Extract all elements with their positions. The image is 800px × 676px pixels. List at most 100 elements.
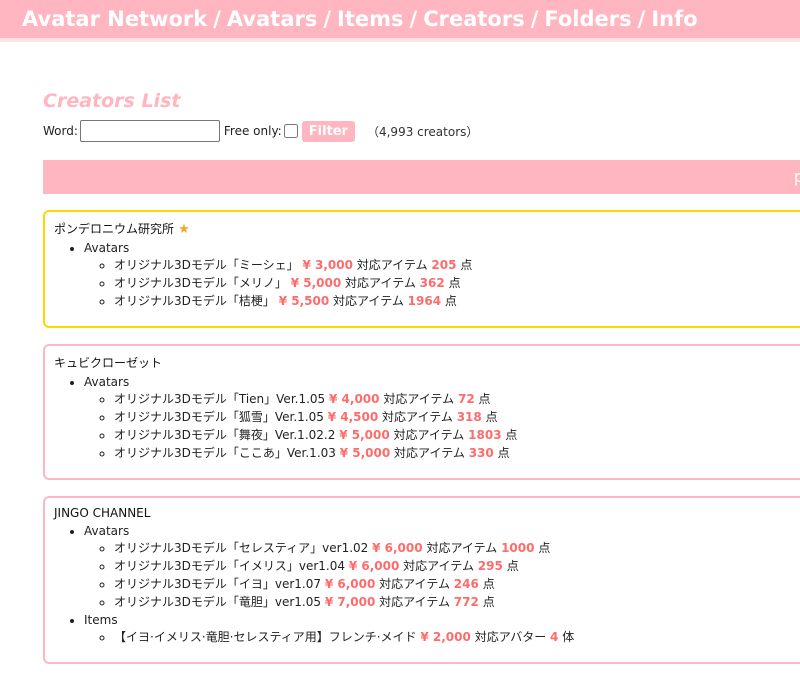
compat-unit: 点 (538, 541, 551, 555)
creator-name-link[interactable]: キュビクローゼット (54, 356, 162, 370)
nav-separator: / (213, 7, 221, 31)
nav-link-info[interactable]: Info (651, 7, 697, 31)
nav-link-creators[interactable]: Creators (423, 7, 525, 31)
compat-count: 318 (456, 410, 482, 424)
product-name-link[interactable]: 【イヨ·イメリス·竜胆·セレスティア用】フレンチ·メイド (114, 630, 417, 644)
creator-card: ポンデロニウム研究所 ★ Avatars オリジナル3Dモデル「ミーシェ」 ¥ 3,… (43, 210, 800, 328)
compat-unit: 点 (482, 595, 495, 609)
compat-label: 対応アイテム (356, 258, 428, 272)
section-item: Avatars オリジナル3Dモデル「セレスティア」ver1.02 ¥ 6,000… (84, 524, 800, 610)
product-item: オリジナル3Dモデル「ここあ」Ver.1.03 ¥ 5,000 対応アイテム 3… (114, 446, 800, 461)
product-item: オリジナル3Dモデル「メリノ」 ¥ 5,000 対応アイテム 362 点 (114, 276, 800, 291)
product-list: オリジナル3Dモデル「Tien」Ver.1.05 ¥ 4,000 対応アイテム … (84, 392, 800, 461)
product-name-link[interactable]: オリジナル3Dモデル「舞夜」Ver.1.02.2 (114, 428, 335, 442)
product-name-link[interactable]: オリジナル3Dモデル「竜胆」ver1.05 (114, 595, 321, 609)
compat-count: 72 (457, 392, 475, 406)
word-label: Word: (43, 124, 78, 138)
compat-count: 362 (419, 276, 445, 290)
compat-unit: 点 (448, 276, 461, 290)
compat-label: 対応アイテム (403, 559, 474, 573)
page-title: Creators List (43, 90, 181, 112)
filter-button[interactable]: Filter (301, 120, 355, 142)
compat-count: 1803 (468, 428, 502, 442)
top-navigation: Avatar Network / Avatars / Items / Creat… (0, 0, 800, 42)
creator-card: キュビクローゼット Avatars オリジナル3Dモデル「Tien」Ver.1.05… (43, 344, 800, 480)
price-value: ¥ 5,000 (339, 446, 391, 460)
price-value: ¥ 4,500 (327, 410, 379, 424)
star-icon: ★ (174, 222, 190, 237)
product-item: オリジナル3Dモデル「狐雪」Ver.1.05 ¥ 4,500 対応アイテム 31… (114, 410, 800, 425)
nav-link-avatars[interactable]: Avatars (227, 7, 317, 31)
compat-unit: 点 (506, 559, 519, 573)
price-value: ¥ 2,000 (420, 630, 471, 644)
compat-count: 772 (453, 595, 479, 609)
filter-form: Word: Free only: Filter （4,993 creators） (43, 120, 800, 142)
compat-unit: 点 (460, 258, 473, 272)
compat-unit: 点 (482, 577, 495, 591)
section-list: Avatars オリジナル3Dモデル「セレスティア」ver1.02 ¥ 6,000… (54, 524, 800, 645)
product-name-link[interactable]: オリジナル3Dモデル「ミーシェ」 (114, 258, 299, 272)
price-value: ¥ 3,000 (302, 258, 353, 272)
product-list: オリジナル3Dモデル「ミーシェ」 ¥ 3,000 対応アイテム 205 点オリジ… (84, 258, 800, 309)
product-item: オリジナル3Dモデル「セレスティア」ver1.02 ¥ 6,000 対応アイテム… (114, 541, 800, 556)
free-only-checkbox[interactable] (283, 124, 298, 138)
compat-count: 4 (550, 630, 559, 644)
creator-name-link[interactable]: ポンデロニウム研究所 (54, 222, 174, 236)
nav-link-items[interactable]: Items (337, 7, 403, 31)
product-list: 【イヨ·イメリス·竜胆·セレスティア用】フレンチ·メイド ¥ 2,000 対応ア… (84, 630, 800, 645)
creator-name-row: JINGO CHANNEL (54, 506, 800, 520)
free-only-label: Free only: (223, 124, 282, 138)
product-name-link[interactable]: オリジナル3Dモデル「ここあ」Ver.1.03 (114, 446, 336, 460)
product-item: オリジナル3Dモデル「桔梗」 ¥ 5,500 対応アイテム 1964 点 (114, 294, 800, 309)
product-name-link[interactable]: オリジナル3Dモデル「イヨ」ver1.07 (114, 577, 321, 591)
price-value: ¥ 6,000 (372, 541, 423, 555)
creator-name-link[interactable]: JINGO CHANNEL (54, 506, 150, 520)
product-name-link[interactable]: オリジナル3Dモデル「狐雪」Ver.1.05 (114, 410, 324, 424)
product-item: オリジナル3Dモデル「Tien」Ver.1.05 ¥ 4,000 対応アイテム … (114, 392, 800, 407)
compat-label: 対応アイテム (382, 410, 453, 424)
product-name-link[interactable]: オリジナル3Dモデル「イメリス」ver1.04 (114, 559, 345, 573)
creator-card: JINGO CHANNEL Avatars オリジナル3Dモデル「セレスティア」ve… (43, 496, 800, 664)
creator-list: ポンデロニウム研究所 ★ Avatars オリジナル3Dモデル「ミーシェ」 ¥ 3,… (0, 210, 800, 664)
nav-separator: / (530, 7, 539, 31)
price-value: ¥ 7,000 (324, 595, 376, 609)
product-item: 【イヨ·イメリス·竜胆·セレスティア用】フレンチ·メイド ¥ 2,000 対応ア… (114, 630, 800, 645)
compat-count: 246 (453, 577, 479, 591)
compat-label: 対応アイテム (383, 392, 455, 406)
product-name-link[interactable]: オリジナル3Dモデル「桔梗」 (114, 294, 275, 308)
section-item: Items 【イヨ·イメリス·竜胆·セレスティア用】フレンチ·メイド ¥ 2,00… (84, 613, 800, 645)
nav-link-folders[interactable]: Folders (544, 7, 631, 31)
product-name-link[interactable]: オリジナル3Dモデル「メリノ」 (114, 276, 287, 290)
compat-count: 1000 (501, 541, 535, 555)
compat-count: 1964 (407, 294, 442, 308)
compat-unit: 点 (444, 294, 457, 308)
product-item: オリジナル3Dモデル「イメリス」ver1.04 ¥ 6,000 対応アイテム 2… (114, 559, 800, 574)
nav-link-avatar-network[interactable]: Avatar Network (22, 7, 207, 31)
product-list: オリジナル3Dモデル「セレスティア」ver1.02 ¥ 6,000 対応アイテム… (84, 541, 800, 610)
product-name-link[interactable]: オリジナル3Dモデル「セレスティア」ver1.02 (114, 541, 368, 555)
compat-label: 対応アイテム (379, 595, 450, 609)
compat-unit: 点 (478, 392, 491, 406)
product-item: オリジナル3Dモデル「竜胆」ver1.05 ¥ 7,000 対応アイテム 772… (114, 595, 800, 610)
price-value: ¥ 5,500 (278, 294, 330, 308)
product-item: オリジナル3Dモデル「舞夜」Ver.1.02.2 ¥ 5,000 対応アイテム … (114, 428, 800, 443)
creator-count: （4,993 creators） (366, 124, 479, 139)
pagination-link[interactable]: p (794, 167, 800, 186)
product-item: オリジナル3Dモデル「イヨ」ver1.07 ¥ 6,000 対応アイテム 246… (114, 577, 800, 592)
section-list: Avatars オリジナル3Dモデル「Tien」Ver.1.05 ¥ 4,000 … (54, 375, 800, 461)
compat-count: 205 (431, 258, 457, 272)
price-value: ¥ 6,000 (324, 577, 376, 591)
nav-separator: / (323, 7, 332, 31)
compat-label: 対応アバター (474, 630, 547, 644)
pagination-bar: p (43, 160, 800, 194)
price-value: ¥ 5,000 (339, 428, 390, 442)
section-list: Avatars オリジナル3Dモデル「ミーシェ」 ¥ 3,000 対応アイテム 2… (54, 241, 800, 309)
compat-unit: 点 (505, 428, 518, 442)
nav-separator: / (409, 7, 418, 31)
creator-name-row: キュビクローゼット (54, 354, 800, 371)
product-name-link[interactable]: オリジナル3Dモデル「Tien」Ver.1.05 (114, 392, 325, 406)
word-search-input[interactable] (79, 120, 220, 142)
section-item: Avatars オリジナル3Dモデル「Tien」Ver.1.05 ¥ 4,000 … (84, 375, 800, 461)
nav-separator: / (637, 7, 646, 31)
compat-label: 対応アイテム (393, 428, 465, 442)
